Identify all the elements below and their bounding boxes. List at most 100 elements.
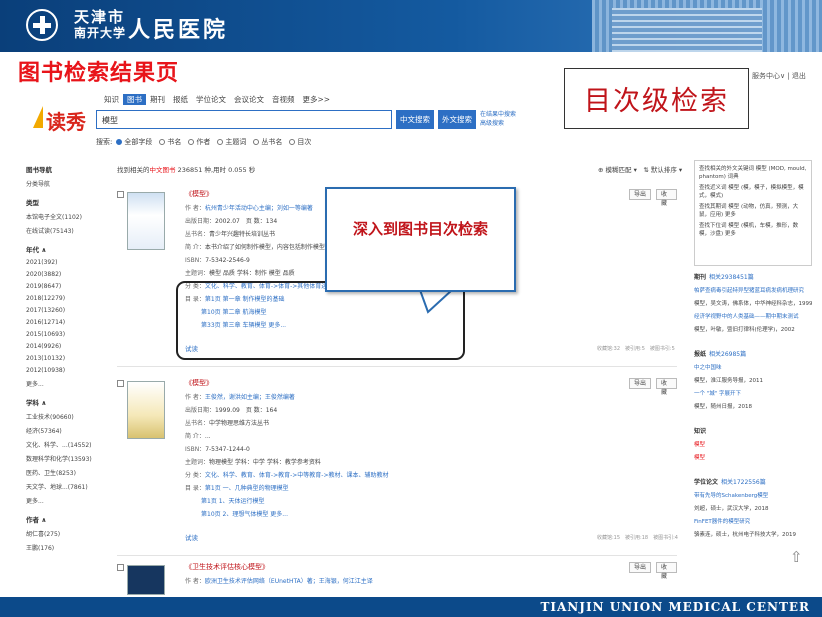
export-button[interactable]: 导出 bbox=[629, 378, 652, 389]
meta-value[interactable]: 欧洲卫生技术评估网络（EUnetHTA）著；王海银，何江江主译 bbox=[205, 578, 373, 585]
foreign-search-button[interactable]: 外文搜索 bbox=[438, 110, 476, 129]
related-term-line[interactable]: 查找其期词 模型 (动物，仿真，预测，大鼠，应用) 更多 bbox=[699, 203, 807, 219]
tab-7[interactable]: 更多>> bbox=[299, 94, 335, 105]
tab-0[interactable]: 知识 bbox=[100, 94, 123, 105]
facet-item[interactable]: 在线试读(75143) bbox=[26, 226, 106, 235]
book-cover-image[interactable] bbox=[127, 192, 165, 250]
favorite-button[interactable]: 收藏 bbox=[656, 562, 677, 580]
facet-item[interactable]: 数理科学和化学(13593) bbox=[26, 454, 106, 463]
meta-label: 作 者： bbox=[185, 394, 205, 401]
search-field-option[interactable]: 书名 bbox=[159, 137, 181, 147]
facet-item[interactable]: 更多... bbox=[26, 379, 106, 388]
scroll-to-top-icon[interactable]: ⇧ bbox=[790, 548, 803, 566]
favorite-button[interactable]: 收藏 bbox=[656, 378, 677, 396]
resource-line[interactable]: 中之中国味 bbox=[694, 363, 812, 371]
search-field-option[interactable]: 全部字段 bbox=[116, 137, 152, 147]
facet-item[interactable]: 更多... bbox=[26, 496, 106, 505]
facet-item[interactable]: 2020(3882) bbox=[26, 271, 106, 278]
export-button[interactable]: 导出 bbox=[629, 562, 652, 573]
resource-section-title[interactable]: 知识 bbox=[694, 426, 812, 435]
result-checkbox[interactable] bbox=[117, 380, 124, 387]
facet-item[interactable]: 2017(13260) bbox=[26, 307, 106, 314]
search-field-option[interactable]: 丛书名 bbox=[253, 137, 282, 147]
trial-read-link[interactable]: 试读 bbox=[185, 532, 198, 542]
meta-value[interactable]: 杭州青少年活动中心主编；刘如一等编著 bbox=[205, 205, 313, 212]
related-term-line[interactable]: 查找下位词 模型 (模机，车模，推形，数模，沙盘) 更多 bbox=[699, 222, 807, 238]
chinese-search-button[interactable]: 中文搜索 bbox=[396, 110, 434, 129]
resource-section-title[interactable]: 学位论文 相关1722556篇 bbox=[694, 477, 812, 486]
facet-item[interactable]: 工业技术(90660) bbox=[26, 412, 106, 421]
radio-dot-icon[interactable] bbox=[188, 139, 195, 145]
resource-line[interactable]: 帕萨查病毒引起特异型猪蓝耳病发病机理研究 bbox=[694, 286, 812, 294]
resource-line[interactable]: 经济学视野中的人类基础——期中期末测试 bbox=[694, 312, 812, 320]
facet-item[interactable]: 2019(8647) bbox=[26, 283, 106, 290]
facet-item[interactable]: 医药、卫生(8253) bbox=[26, 468, 106, 477]
resource-section-title[interactable]: 报纸 相关26985篇 bbox=[694, 349, 812, 358]
radio-dot-icon[interactable] bbox=[253, 139, 260, 145]
facet-item[interactable]: 经济(57364) bbox=[26, 426, 106, 435]
result-meta-line: 作 者：王俊然，谢洪如主编；王俊然编著 bbox=[185, 392, 585, 401]
facet-item[interactable]: 2018(12279) bbox=[26, 295, 106, 302]
resource-section-title[interactable]: 期刊 相关2938451篇 bbox=[694, 272, 812, 281]
tab-2[interactable]: 期刊 bbox=[146, 94, 169, 105]
search-input[interactable]: 模型 bbox=[96, 110, 392, 129]
facet-item[interactable]: 2013(10132) bbox=[26, 355, 106, 362]
export-button[interactable]: 导出 bbox=[629, 189, 652, 200]
resource-line: 模型，叶敏，暨旧打律科(伦理学)，2002 bbox=[694, 327, 795, 333]
book-cover-image[interactable] bbox=[127, 381, 165, 439]
search-field-option[interactable]: 目次 bbox=[289, 137, 311, 147]
sort-controls[interactable]: ⊕ 模糊匹配 ▾ ⇅ 默认排序 ▾ bbox=[598, 164, 682, 174]
duxiu-brand[interactable]: 读秀 bbox=[46, 106, 86, 135]
related-resources: 期刊 相关2938451篇 帕萨查病毒引起特异型猪蓝耳病发病机理研究 模型，吴文涛，佛… bbox=[694, 272, 812, 538]
meta-value[interactable]: 文化、科学、教育、体育->教育->中等教育->教材、课本、辅助教材 bbox=[205, 472, 389, 479]
resource-line[interactable]: FinFET器件的模型研究 bbox=[694, 517, 812, 525]
radio-dot-icon[interactable] bbox=[289, 139, 296, 145]
search-field-option-label: 主题词 bbox=[225, 138, 247, 146]
related-term-line[interactable]: 查找近义词 模型 (模，模子，模拟模型，模式，模式) bbox=[699, 184, 807, 200]
result-title-link[interactable]: 《卫生技术评估核心模型》 bbox=[185, 562, 585, 572]
facet-item[interactable]: 2016(12714) bbox=[26, 319, 106, 326]
book-cover-image[interactable] bbox=[127, 565, 165, 595]
search-in-results-link[interactable]: 在结果中搜索 bbox=[480, 110, 516, 119]
facet-item[interactable]: 2012(10938) bbox=[26, 367, 106, 374]
facet-group-title[interactable]: 类型 bbox=[26, 197, 106, 207]
search-field-option-label: 书名 bbox=[167, 138, 182, 146]
facet-item[interactable]: 文化、科学、...(14552) bbox=[26, 440, 106, 449]
facet-item[interactable]: 本馆电子全文(1102) bbox=[26, 212, 106, 221]
facet-item[interactable]: 王鹏(176) bbox=[26, 543, 106, 552]
resource-line[interactable]: 模型 bbox=[694, 453, 812, 461]
facet-item[interactable]: 2021(392) bbox=[26, 259, 106, 266]
tab-1[interactable]: 图书 bbox=[123, 94, 146, 105]
radio-dot-icon[interactable] bbox=[159, 139, 166, 145]
facet-item[interactable]: 胡仁喜(275) bbox=[26, 529, 106, 538]
related-term-line[interactable]: 查找相关的外文关键词 模型 (MOD, mould, phantom) 词典 bbox=[699, 165, 807, 181]
tab-4[interactable]: 学位论文 bbox=[192, 94, 230, 105]
tab-6[interactable]: 音视频 bbox=[268, 94, 299, 105]
toc-entry-link[interactable]: 第10页 2、理想气体模型 更多... bbox=[201, 511, 288, 518]
search-field-option[interactable]: 作者 bbox=[188, 137, 210, 147]
facet-item[interactable]: 2015(10693) bbox=[26, 331, 106, 338]
facet-item[interactable]: 天文学、地球...(7861) bbox=[26, 482, 106, 491]
tab-5[interactable]: 会议论文 bbox=[230, 94, 268, 105]
toc-entry-link[interactable]: 第1页 1、天体运行模型 bbox=[201, 498, 265, 505]
radio-dot-icon[interactable] bbox=[217, 139, 224, 145]
tab-3[interactable]: 报纸 bbox=[169, 94, 192, 105]
facet-group-title[interactable]: 学科 ∧ bbox=[26, 397, 106, 407]
search-field-option[interactable]: 主题词 bbox=[217, 137, 246, 147]
facet-group-title[interactable]: 年代 ∧ bbox=[26, 244, 106, 254]
advanced-search-link[interactable]: 高级搜索 bbox=[480, 119, 516, 128]
top-links[interactable]: 服务中心∨ | 退出 bbox=[752, 71, 806, 81]
facet-group-title[interactable]: 作者 ∧ bbox=[26, 514, 106, 524]
favorite-button[interactable]: 收藏 bbox=[656, 189, 677, 207]
result-checkbox[interactable] bbox=[117, 191, 124, 198]
toc-entry-link[interactable]: 第1页 一、几种典型的物理模型 bbox=[205, 485, 289, 492]
resource-line[interactable]: 一个 "城" 字展开下 bbox=[694, 389, 812, 397]
result-title-link[interactable]: 《模型》 bbox=[185, 378, 585, 388]
resource-line[interactable]: 带有先导的Schakenberg模型 bbox=[694, 491, 812, 499]
meta-value[interactable]: 王俊然，谢洪如主编；王俊然编著 bbox=[205, 394, 295, 401]
facet-item[interactable]: 2014(9926) bbox=[26, 343, 106, 350]
radio-dot-icon[interactable] bbox=[116, 139, 123, 145]
result-checkbox[interactable] bbox=[117, 564, 124, 571]
facet-item[interactable]: 分类导航 bbox=[26, 179, 106, 188]
resource-line[interactable]: 模型 bbox=[694, 440, 812, 448]
